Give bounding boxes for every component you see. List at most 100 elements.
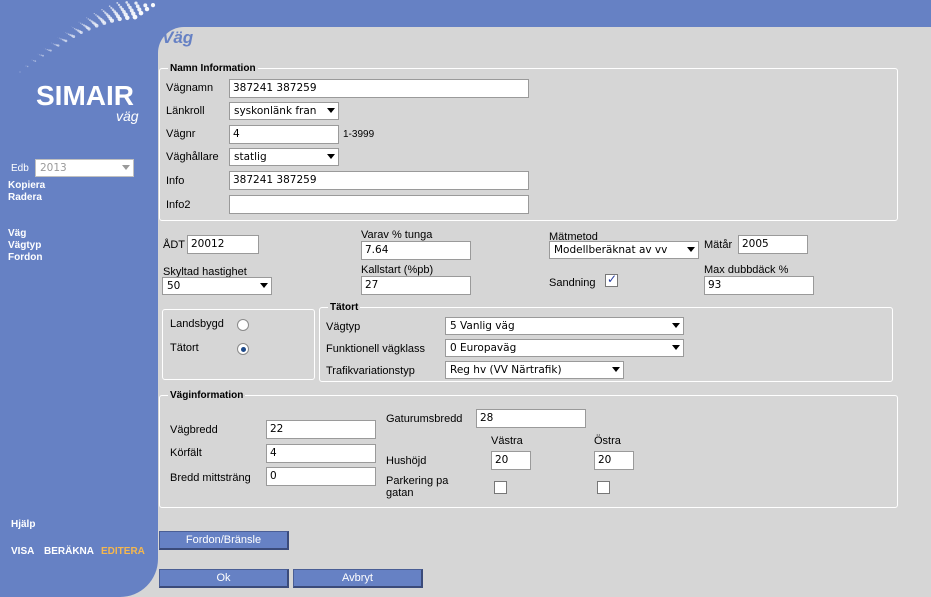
func-class-select[interactable]: 0 Europaväg: [445, 339, 684, 357]
road-name-input[interactable]: 387241 387259: [229, 79, 529, 98]
logo-dot: [102, 10, 105, 13]
nav-item-fordon[interactable]: Fordon: [8, 252, 42, 263]
traffic-var-label: Trafikvariationstyp: [326, 365, 415, 377]
logo-dot: [110, 6, 113, 9]
parking-east-checkbox[interactable]: [597, 481, 610, 494]
road-width-input[interactable]: 22: [266, 420, 376, 439]
street-width-input[interactable]: 28: [476, 409, 586, 428]
chevron-down-icon: [260, 283, 268, 288]
func-class-label: Funktionell vägklass: [326, 343, 426, 355]
nav-item-vag[interactable]: Väg: [8, 228, 26, 239]
median-input[interactable]: 0: [266, 467, 376, 486]
chevron-down-icon: [327, 108, 335, 113]
road-no-input[interactable]: 4: [229, 125, 339, 144]
logo-dot: [82, 24, 86, 27]
logo-dot: [135, 4, 140, 9]
road-info-legend: Väginformation: [170, 390, 244, 401]
coldstart-input[interactable]: 27: [361, 276, 471, 295]
logo-dot: [67, 33, 70, 35]
heavy-label: Varav % tunga: [361, 229, 433, 241]
studded-input[interactable]: 93: [704, 276, 814, 295]
urban-radio[interactable]: [237, 343, 249, 355]
holder-select[interactable]: statlig: [229, 148, 339, 166]
lanes-label: Körfält: [170, 447, 202, 459]
page-title: Väg: [162, 28, 194, 47]
traffic-var-select[interactable]: Reg hv (VV Närtrafik): [445, 361, 624, 379]
logo-dot: [25, 65, 27, 67]
ok-button[interactable]: Ok: [159, 569, 289, 588]
chevron-down-icon: [687, 247, 695, 252]
logo-dot: [108, 5, 111, 8]
logo-dot: [76, 29, 80, 32]
logo-dot: [31, 59, 33, 61]
logo-dot: [111, 8, 115, 11]
method-select[interactable]: Modellberäknat av vv: [549, 241, 699, 259]
logo-dot: [95, 14, 97, 16]
logo-dot: [104, 11, 107, 14]
info-input[interactable]: 387241 387259: [229, 171, 529, 190]
lanes-input[interactable]: 4: [266, 444, 376, 463]
logo-dot: [96, 15, 99, 18]
speed-select[interactable]: 50: [162, 277, 272, 295]
adt-input[interactable]: 20012: [187, 235, 259, 254]
cancel-button[interactable]: Avbryt: [293, 569, 423, 588]
nav-item-vagtyp[interactable]: Vägtyp: [8, 240, 41, 251]
logo-dot: [125, 1, 128, 4]
logo-dot: [33, 59, 35, 62]
rural-radio[interactable]: [237, 319, 249, 331]
mode-editera[interactable]: EDITERA: [101, 546, 145, 557]
logo-dot: [78, 21, 80, 23]
studded-label: Max dubbdäck %: [704, 264, 789, 276]
mode-berakna[interactable]: BERÄKNA: [44, 546, 94, 557]
road-name-label: Vägnamn: [166, 82, 214, 94]
name-info-legend: Namn Information: [170, 63, 256, 74]
copy-link[interactable]: Kopiera: [8, 180, 45, 191]
logo-dot: [66, 32, 68, 34]
mode-visa[interactable]: VISA: [11, 546, 34, 557]
chevron-down-icon: [672, 323, 680, 328]
urban-label: Tätort: [170, 342, 199, 354]
sanding-checkbox[interactable]: [605, 272, 618, 287]
traffic-var-value: Reg hv (VV Närtrafik): [450, 364, 562, 376]
parking-west-checkbox[interactable]: [494, 481, 507, 494]
logo-dot: [143, 3, 148, 8]
chevron-down-icon: [122, 165, 130, 170]
house-height-east-input[interactable]: 20: [594, 451, 634, 470]
year-input[interactable]: 2005: [738, 235, 808, 254]
logo-dot: [55, 44, 58, 47]
logo-dot: [61, 38, 64, 41]
info2-label: Info2: [166, 199, 191, 211]
vehicle-fuel-button[interactable]: Fordon/Bränsle: [159, 531, 289, 550]
road-no-range: 1-3999: [343, 129, 375, 140]
road-width-label: Vägbredd: [170, 424, 218, 436]
road-type-value: 5 Vanlig väg: [450, 320, 515, 332]
info2-input[interactable]: [229, 195, 529, 214]
logo-subtitle: väg: [116, 108, 139, 124]
link-role-value: syskonlänk fran: [234, 105, 317, 117]
road-type-select[interactable]: 5 Vanlig väg: [445, 317, 684, 335]
adt-label: ÅDT: [163, 239, 185, 251]
logo-dot: [80, 22, 82, 24]
logo-dot: [19, 71, 21, 73]
chevron-down-icon: [612, 367, 620, 372]
help-link[interactable]: Hjälp: [11, 519, 35, 530]
edb-select[interactable]: 2013: [35, 159, 134, 177]
heavy-input[interactable]: 7.64: [361, 241, 471, 260]
logo-dot: [150, 3, 156, 8]
house-height-west-input[interactable]: 20: [491, 451, 531, 470]
link-role-select[interactable]: syskonlänk fran: [229, 102, 339, 120]
delete-link[interactable]: Radera: [8, 192, 42, 203]
logo-dot: [52, 43, 54, 45]
parking-label-line2: gatan: [386, 487, 414, 499]
logo-dot: [93, 13, 95, 15]
logo-dot: [48, 49, 50, 51]
logo-dot: [34, 60, 37, 62]
method-value: Modellberäknat av vv: [554, 244, 668, 256]
holder-label: Väghållare: [166, 151, 219, 163]
logo-dot: [64, 32, 66, 33]
parking-label-line1: Parkering pa: [386, 475, 449, 487]
logo-dot: [26, 65, 29, 68]
logo-dot: [45, 48, 47, 50]
logo-dot: [75, 28, 78, 31]
speed-value: 50: [167, 280, 181, 292]
